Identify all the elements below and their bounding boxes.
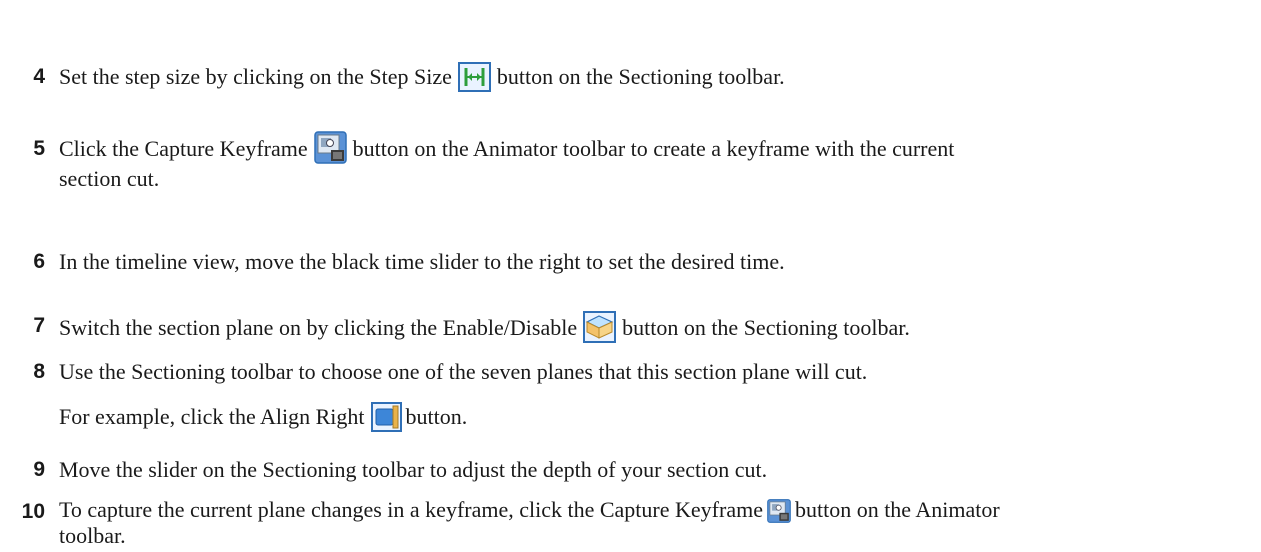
step-text-after: button on the Animator toolbar to create…: [352, 136, 955, 161]
example-text-after: button.: [405, 404, 468, 429]
step-size-icon: [457, 62, 491, 92]
step-text-after: button on the Sectioning toolbar.: [496, 64, 785, 89]
step-text-before: To capture the current plane changes in …: [59, 497, 763, 522]
step-text-after: button on the Sectioning toolbar.: [622, 315, 910, 340]
step-number: 6: [33, 250, 45, 273]
step-text-line2: section cut.: [59, 166, 160, 191]
step-number: 5: [33, 137, 45, 160]
step-text: To capture the current plane changes in …: [59, 497, 1239, 549]
step-text: Click the Capture Keyframe button on the…: [59, 131, 1239, 194]
step-text-after: button on the Animator: [794, 497, 1000, 522]
capture-keyframe-icon: [767, 499, 791, 523]
step-text: Move the slider on the Sectioning toolba…: [59, 457, 768, 482]
step-8-example: For example, click the Align Right butto…: [59, 402, 1239, 432]
step-text-before: Switch the section plane on by clicking …: [59, 315, 578, 340]
step-number: 10: [21, 500, 45, 523]
step-text: Switch the section plane on by clicking …: [59, 311, 1239, 343]
step-number: 4: [33, 65, 45, 88]
step-text-line2: toolbar.: [59, 523, 126, 548]
step-text: Use the Sectioning toolbar to choose one…: [59, 359, 868, 384]
example-text-before: For example, click the Align Right: [59, 404, 365, 429]
step-text-before: Click the Capture Keyframe: [59, 136, 308, 161]
capture-keyframe-icon: [313, 131, 347, 164]
align-right-icon: [370, 402, 402, 432]
step-text: In the timeline view, move the black tim…: [59, 249, 785, 274]
step-number: 7: [33, 314, 45, 337]
step-number: 8: [33, 360, 45, 383]
step-text: Set the step size by clicking on the Ste…: [59, 62, 1239, 92]
enable-disable-icon: [583, 311, 617, 343]
step-number: 9: [33, 458, 45, 481]
step-text-before: Set the step size by clicking on the Ste…: [59, 64, 452, 89]
